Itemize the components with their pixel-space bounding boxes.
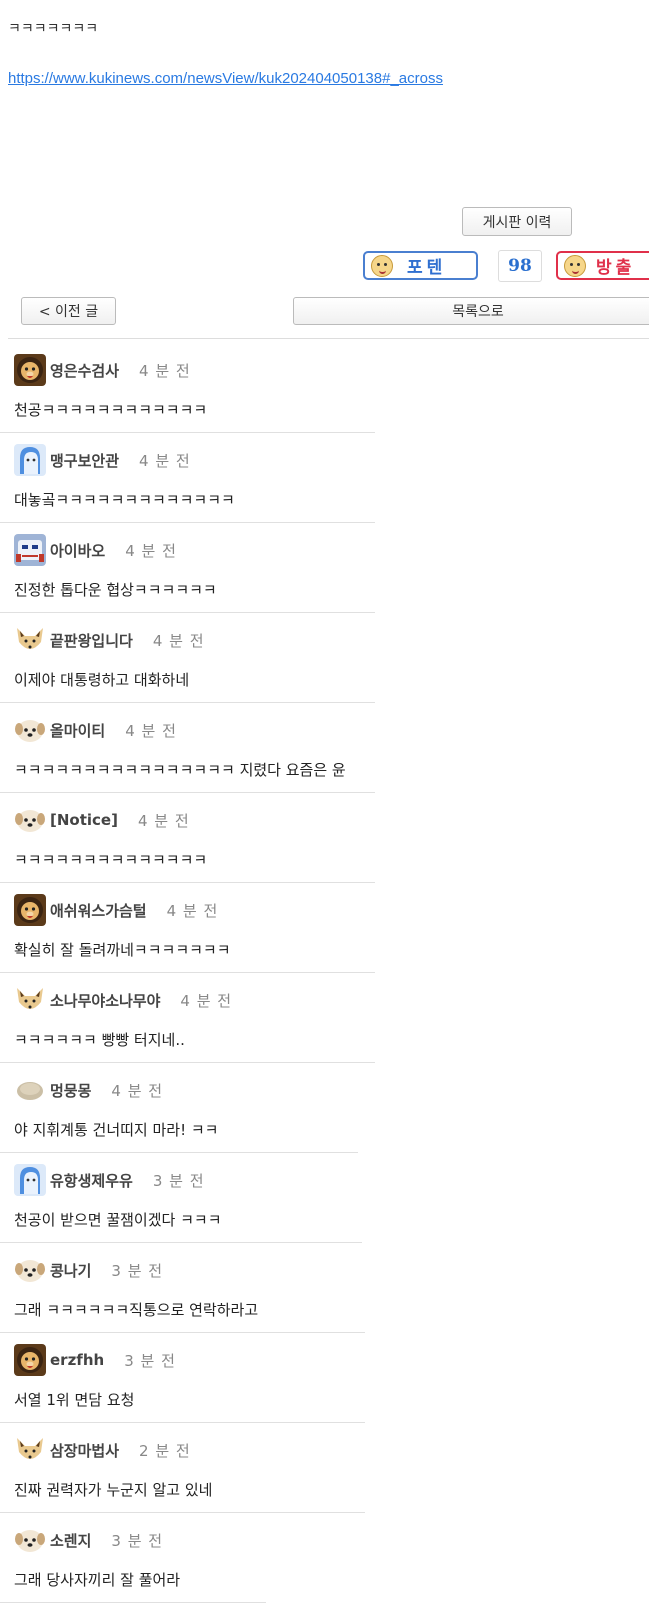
comment-text: 천공ㅋㅋㅋㅋㅋㅋㅋㅋㅋㅋㅋㅋ [14,401,208,419]
post-body-text: ㅋㅋㅋㅋㅋㅋㅋ [8,21,99,37]
comment-text: 진정한 톱다운 협상ㅋㅋㅋㅋㅋㅋ [14,581,217,599]
user-avatar-icon[interactable] [14,1434,46,1466]
comment-meta: 유항생제우유 3 분 전 [14,1164,205,1196]
user-avatar-icon[interactable] [14,1524,46,1556]
comment-time: 4 분 전 [137,811,190,830]
comment-author[interactable]: 콩나기 [50,1260,91,1281]
comment-text: ㅋㅋㅋㅋㅋㅋㅋㅋㅋㅋㅋㅋㅋㅋ [14,851,208,869]
user-avatar-icon[interactable] [14,1254,46,1286]
comment-author[interactable]: 유항생제우유 [50,1170,133,1191]
comment-item: 유항생제우유 3 분 전천공이 받으면 꿀잼이겠다 ㅋㅋㅋ [0,1153,649,1243]
comment-author[interactable]: 맹구보안관 [50,450,119,471]
comment-meta: 콩나기 3 분 전 [14,1254,164,1286]
comment-time: 4 분 전 [139,361,191,380]
board-history-button[interactable]: 게시판 이력 [462,207,572,236]
user-avatar-icon[interactable] [14,354,46,386]
user-avatar-icon[interactable] [14,894,46,926]
comment-text: ㅋㅋㅋㅋㅋㅋ 빵빵 터지네.. [14,1031,185,1049]
comment-time: 3 분 전 [111,1531,164,1550]
comment-text: 천공이 받으면 꿀잼이겠다 ㅋㅋㅋ [14,1211,222,1229]
divider [8,338,649,339]
comment-author[interactable]: 삼장마법사 [50,1440,119,1461]
comment-item: 영은수검사 4 분 전천공ㅋㅋㅋㅋㅋㅋㅋㅋㅋㅋㅋㅋ [0,343,649,433]
comment-author[interactable]: 끝판왕입니다 [50,630,133,651]
comment-author[interactable]: 애쉬워스가슴털 [50,900,147,921]
comment-time: 4 분 전 [166,901,219,920]
comment-text: 진짜 권력자가 누군지 알고 있네 [14,1481,213,1499]
comment-text: 그래 당사자끼리 잘 풀어라 [14,1571,181,1589]
comment-time: 4 분 전 [152,631,205,650]
comment-list: 영은수검사 4 분 전 천공ㅋㅋㅋㅋㅋㅋㅋㅋㅋㅋㅋㅋ 맹구보안관 4 분 전 대놓곸ㅋㅋㅋ… [0,343,649,1603]
comment-author[interactable]: [Notice] [50,811,118,829]
comment-meta: 소나무야소나무야 4 분 전 [14,984,233,1016]
comment-author[interactable]: 소렌지 [50,1530,91,1551]
comment-time: 4 분 전 [125,541,177,560]
comment-item: 애쉬워스가슴털 4 분 전확실히 잘 돌려까네ㅋㅋㅋㅋㅋㅋㅋ [0,883,649,973]
user-avatar-icon[interactable] [14,1164,46,1196]
comment-author[interactable]: 영은수검사 [50,360,119,381]
comment-time: 2 분 전 [139,1441,191,1460]
downvote-label: 방출 [596,258,636,278]
user-avatar-icon[interactable] [14,714,46,746]
comment-meta: 아이바오 4 분 전 [14,534,177,566]
comment-meta: [Notice] 4 분 전 [14,804,190,836]
comment-meta: 소렌지 3 분 전 [14,1524,164,1556]
comment-text: 서열 1위 면담 요청 [14,1391,135,1409]
comment-text: 이제야 대통령하고 대화하네 [14,671,190,689]
comment-text: 야 지휘계통 건너띠지 마라! ㅋㅋ [14,1121,219,1139]
comment-text: ㅋㅋㅋㅋㅋㅋㅋㅋㅋㅋㅋㅋㅋㅋㅋㅋ 지렸다 요즘은 윤 [14,761,346,779]
comment-meta: 끝판왕입니다 4 분 전 [14,624,205,656]
comment-author[interactable]: 올마이티 [50,720,105,741]
user-avatar-icon[interactable] [14,984,46,1016]
user-avatar-icon[interactable] [14,1074,46,1106]
comment-item: 올마이티 4 분 전 ㅋㅋㅋㅋㅋㅋㅋㅋㅋㅋㅋㅋㅋㅋㅋㅋ 지렸다 요즘은 윤 [0,703,649,793]
user-avatar-icon[interactable] [14,1344,46,1376]
comment-author[interactable]: 멍뭉몽 [50,1080,91,1101]
user-avatar-icon[interactable] [14,444,46,476]
upvote-label: 포텐 [407,258,447,278]
comment-item: 맹구보안관 4 분 전대놓곸ㅋㅋㅋㅋㅋㅋㅋㅋㅋㅋㅋㅋㅋ [0,433,649,523]
comment-time: 3 분 전 [124,1351,176,1370]
user-avatar-icon[interactable] [14,804,46,836]
comment-author[interactable]: 소나무야소나무야 [50,990,160,1011]
comment-item: 소나무야소나무야 4 분 전 ㅋㅋㅋㅋㅋㅋ 빵빵 터지네.. [0,973,649,1063]
upvote-button[interactable]: 포텐 [363,251,478,280]
comment-item: 멍뭉몽 4 분 전야 지휘계통 건너띠지 마라! ㅋㅋ [0,1063,649,1153]
thumbs-face-icon [371,254,393,277]
comment-meta: 영은수검사 4 분 전 [14,354,191,386]
news-link[interactable]: https://www.kukinews.com/newsView/kuk202… [8,70,443,87]
comment-item: 소렌지 3 분 전그래 당사자끼리 잘 풀어라 [0,1513,649,1603]
comment-text: 확실히 잘 돌려까네ㅋㅋㅋㅋㅋㅋㅋ [14,941,231,959]
thumbs-down-face-icon [564,254,586,277]
comment-meta: 삼장마법사 2 분 전 [14,1434,191,1466]
vote-count: 98 [498,250,542,282]
comment-meta: 멍뭉몽 4 분 전 [14,1074,164,1106]
comment-time: 4 분 전 [180,991,233,1010]
comment-time: 4 분 전 [125,721,177,740]
downvote-button[interactable]: 방출 [556,251,649,280]
comment-meta: 올마이티 4 분 전 [14,714,177,746]
comment-item: 아이바오 4 분 전진정한 톱다운 협상ㅋㅋㅋㅋㅋㅋ [0,523,649,613]
back-to-list-button[interactable]: 목록으로 [293,297,649,325]
comment-author[interactable]: 아이바오 [50,540,105,561]
comment-item: erzfhh 3 분 전서열 1위 면담 요청 [0,1333,649,1423]
comment-item: 삼장마법사 2 분 전진짜 권력자가 누군지 알고 있네 [0,1423,649,1513]
comment-meta: 애쉬워스가슴털 4 분 전 [14,894,219,926]
comment-item: 끝판왕입니다 4 분 전이제야 대통령하고 대화하네 [0,613,649,703]
user-avatar-icon[interactable] [14,624,46,656]
comment-item: [Notice] 4 분 전 ㅋㅋㅋㅋㅋㅋㅋㅋㅋㅋㅋㅋㅋㅋ [0,793,649,883]
comment-text: 대놓곸ㅋㅋㅋㅋㅋㅋㅋㅋㅋㅋㅋㅋㅋ [14,491,235,509]
comment-time: 3 분 전 [152,1171,205,1190]
comment-item: 콩나기 3 분 전그래 ㅋㅋㅋㅋㅋㅋ직통으로 연락하라고 [0,1243,649,1333]
comment-text: 그래 ㅋㅋㅋㅋㅋㅋ직통으로 연락하라고 [14,1301,259,1319]
comment-time: 4 분 전 [139,451,191,470]
comment-time: 4 분 전 [111,1081,164,1100]
user-avatar-icon[interactable] [14,534,46,566]
comment-meta: erzfhh 3 분 전 [14,1344,176,1376]
comment-meta: 맹구보안관 4 분 전 [14,444,191,476]
comment-author[interactable]: erzfhh [50,1351,104,1369]
previous-post-button[interactable]: < 이전 글 [21,297,116,325]
comment-time: 3 분 전 [111,1261,164,1280]
comment-divider [0,1602,266,1603]
